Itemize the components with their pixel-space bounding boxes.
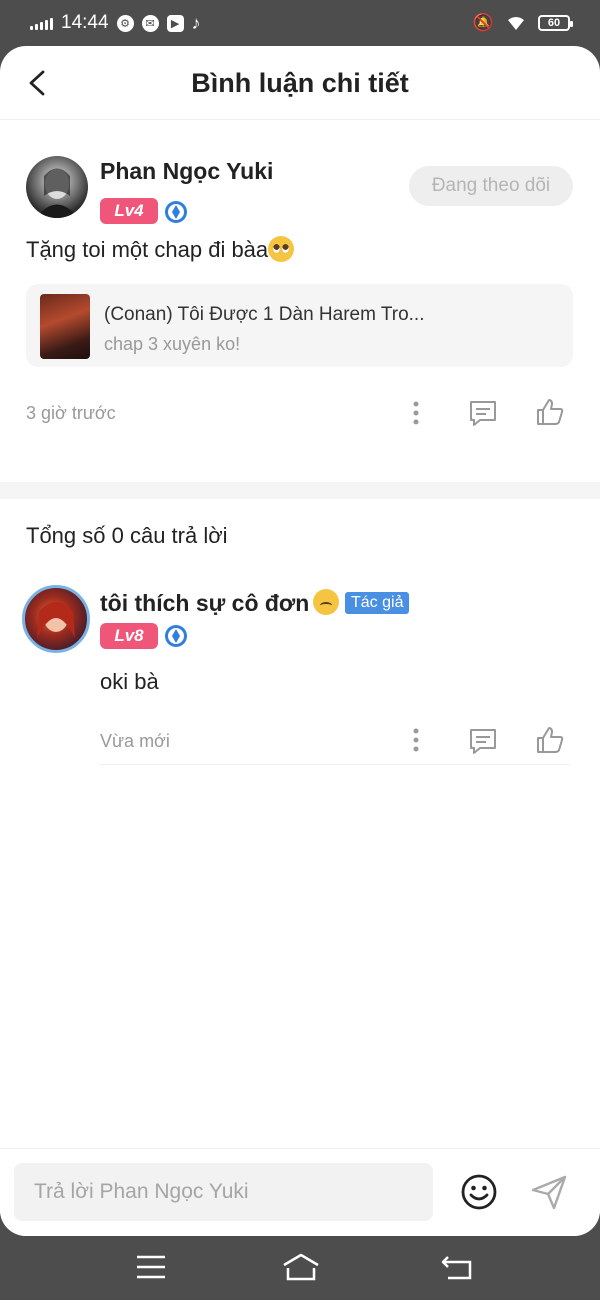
section-divider — [0, 482, 600, 499]
reply-reply-icon[interactable] — [468, 727, 498, 755]
main-comment: Phan Ngọc Yuki Lv4 Đang theo dõi Tặng to… — [0, 120, 600, 482]
home-icon[interactable] — [281, 1252, 321, 1282]
reply-username-text: tôi thích sự cô đơn — [100, 590, 310, 616]
wifi-icon — [508, 17, 524, 30]
emoji-picker-icon[interactable] — [460, 1173, 498, 1211]
follow-button[interactable]: Đang theo dõi — [409, 166, 573, 206]
comment-timestamp: 3 giờ trước — [26, 403, 116, 423]
reply-level-badge: Lv8 — [100, 623, 158, 649]
messenger-icon: ✉ — [141, 14, 159, 32]
reply-username[interactable]: tôi thích sự cô đơn — [100, 589, 340, 617]
comment-username[interactable]: Phan Ngọc Yuki — [100, 158, 273, 185]
battery-level: 60 — [547, 17, 561, 29]
system-nav-bar — [0, 1236, 600, 1300]
reply-like-thumb-icon[interactable] — [535, 725, 565, 755]
reply-more-options-icon[interactable] — [411, 727, 421, 753]
reply-separator — [100, 764, 570, 765]
reply-avatar[interactable] — [22, 585, 90, 653]
sad-emoji-icon — [313, 589, 340, 615]
comment-text-content: Tặng toi một chap đi bàa — [26, 237, 269, 262]
pleading-emoji-icon — [268, 236, 295, 262]
back-nav-icon[interactable] — [440, 1252, 474, 1282]
comment-detail-screen: Bình luận chi tiết Phan Ngọc Yuki Lv4 Đa… — [0, 46, 600, 1236]
status-time: 14:44 — [61, 12, 109, 33]
reply-timestamp: Vừa mới — [100, 731, 170, 751]
battery-icon: 60 — [538, 15, 573, 31]
reply-verified-badge-icon — [165, 625, 187, 647]
story-card[interactable]: (Conan) Tôi Được 1 Dàn Harem Tro... chap… — [26, 284, 573, 367]
verified-badge-icon — [165, 201, 187, 223]
reply-input-bar — [0, 1148, 600, 1236]
author-tag: Tác giả — [345, 592, 410, 614]
reply-text: oki bà — [100, 669, 159, 694]
replies-section: Tổng số 0 câu trả lời tôi thích sự cô đơ… — [0, 499, 600, 819]
more-options-icon[interactable] — [411, 400, 421, 426]
story-subtitle: chap 3 xuyên ko! — [104, 334, 241, 354]
like-thumb-icon[interactable] — [535, 397, 565, 427]
youtube-icon: ▶ — [166, 14, 184, 32]
story-cover-image — [40, 294, 90, 359]
tiktok-icon: ♪ — [191, 12, 201, 33]
reply-count: Tổng số 0 câu trả lời — [26, 523, 228, 548]
avatar[interactable] — [26, 156, 88, 218]
settings-app-icon: ⚙ — [116, 14, 134, 32]
menu-icon[interactable] — [134, 1252, 168, 1282]
header: Bình luận chi tiết — [0, 46, 600, 120]
send-icon[interactable] — [530, 1173, 568, 1211]
level-badge: Lv4 — [100, 198, 158, 224]
reply-input[interactable] — [14, 1163, 433, 1221]
signal-icon — [30, 16, 53, 30]
mute-bell-icon: 🔕 — [472, 13, 494, 32]
comment-text: Tặng toi một chap đi bàa — [26, 236, 295, 263]
status-bar: 14:44 ⚙ ✉ ▶ ♪ 🔕 60 — [0, 0, 600, 46]
reply-icon[interactable] — [468, 399, 498, 427]
story-title: (Conan) Tôi Được 1 Dàn Harem Tro... — [104, 304, 425, 325]
page-title: Bình luận chi tiết — [191, 68, 409, 98]
